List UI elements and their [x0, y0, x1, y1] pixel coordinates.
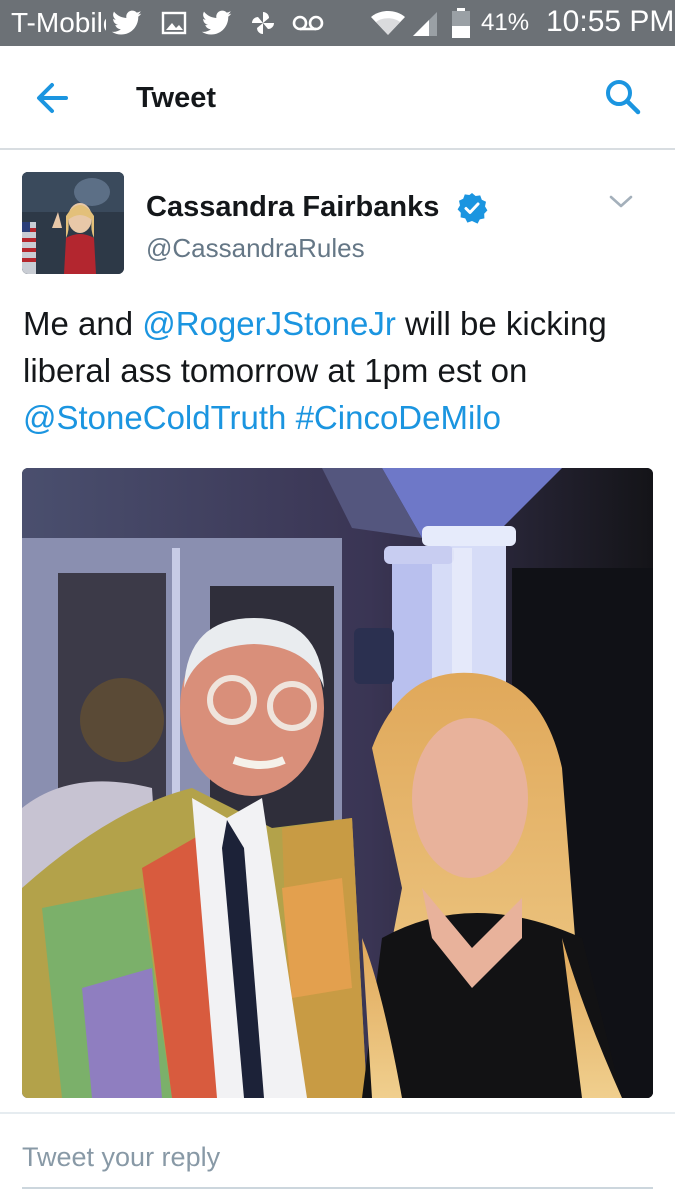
signal-icon	[410, 9, 438, 37]
tweet-text-segment	[286, 399, 295, 436]
twitter-icon	[200, 9, 234, 37]
pinwheel-icon	[248, 9, 278, 37]
battery-percent: 41%	[481, 9, 530, 36]
reply-input[interactable]: Tweet your reply	[22, 1135, 653, 1189]
avatar[interactable]	[22, 172, 124, 274]
back-button[interactable]	[30, 78, 74, 118]
tweet-text-segment: Me and	[23, 305, 143, 342]
image-icon	[160, 9, 188, 37]
tweet-photo[interactable]	[22, 468, 653, 1098]
tweet-text: Me and @RogerJStoneJr will be kicking li…	[23, 300, 653, 441]
mention-link[interactable]: @StoneColdTruth	[23, 399, 286, 436]
reply-placeholder: Tweet your reply	[22, 1142, 221, 1172]
back-arrow-icon	[37, 83, 68, 113]
page-title: Tweet	[136, 82, 217, 114]
search-icon	[606, 80, 641, 115]
mention-link[interactable]: @RogerJStoneJr	[142, 305, 396, 342]
search-button[interactable]	[602, 76, 644, 118]
app-header: Tweet	[0, 46, 675, 150]
author-name[interactable]: Cassandra Fairbanks	[146, 190, 439, 224]
chevron-down-icon	[609, 195, 633, 208]
status-bar: T-Mobile 41% 10:55 PM	[0, 0, 675, 46]
carrier-label: T-Mobile	[11, 8, 106, 38]
divider	[0, 1112, 675, 1114]
twitter-icon	[110, 9, 144, 37]
hashtag-link[interactable]: #CincoDeMilo	[296, 399, 501, 436]
verified-badge-icon	[456, 192, 488, 224]
battery-icon	[450, 8, 472, 38]
voicemail-icon	[292, 9, 324, 37]
author-handle[interactable]: @CassandraRules	[146, 232, 365, 264]
wifi-icon	[370, 9, 406, 37]
tweet-options-button[interactable]	[606, 190, 636, 214]
clock-time: 10:55 PM	[546, 5, 675, 38]
